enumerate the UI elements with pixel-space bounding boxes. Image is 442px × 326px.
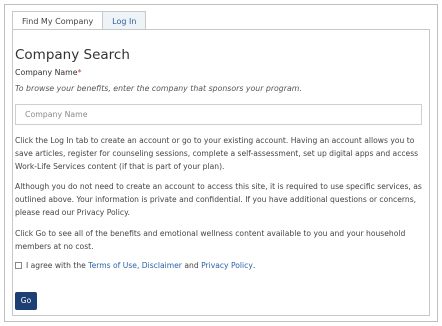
required-mark: * [77, 68, 82, 77]
go-button[interactable]: Go [15, 292, 37, 310]
company-name-label-text: Company Name [15, 68, 78, 77]
agree-suffix: . [252, 261, 256, 270]
page-title: Company Search [15, 47, 130, 63]
privacy-info-paragraph: Although you do not need to create an ac… [15, 182, 422, 217]
company-search-hint: To browse your benefits, enter the compa… [15, 84, 302, 93]
company-name-label: Company Name* [15, 68, 81, 77]
privacy-policy-link[interactable]: Privacy Policy [201, 261, 253, 270]
tab-log-in[interactable]: Log In [103, 11, 147, 30]
tab-find-my-company[interactable]: Find My Company [12, 11, 104, 30]
agree-checkbox[interactable] [15, 262, 22, 269]
tab-bar: Find My Company Log In [12, 11, 147, 30]
agree-prefix: I agree with the [26, 261, 89, 270]
company-name-input[interactable] [15, 104, 422, 125]
login-info-paragraph: Click the Log In tab to create an accoun… [15, 136, 419, 171]
agreement-row: I agree with the Terms of Use, Disclaime… [15, 261, 255, 270]
go-info-paragraph: Click Go to see all of the benefits and … [15, 229, 406, 251]
terms-of-use-link[interactable]: Terms of Use, Disclaimer [88, 261, 182, 270]
agree-and-text: and [181, 261, 202, 270]
